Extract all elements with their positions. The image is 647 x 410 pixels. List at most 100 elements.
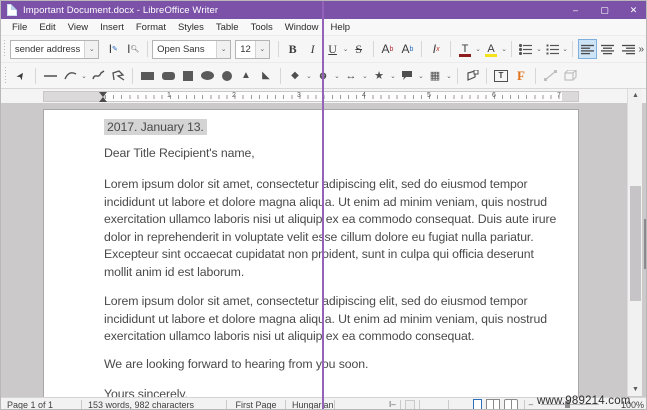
menu-format[interactable]: Format	[130, 22, 172, 33]
callout-icon	[402, 71, 412, 80]
freeform-line-button[interactable]	[89, 66, 107, 86]
flowchart-shapes-button[interactable]: ▦	[426, 66, 444, 86]
basic-shapes-button[interactable]: ◆	[286, 66, 304, 86]
superscript-letter: A	[381, 42, 390, 56]
symbol-shapes-dropdown-icon[interactable]: ⌄	[333, 66, 341, 86]
italic-button[interactable]: I	[304, 39, 322, 59]
highlight-dropdown-icon[interactable]: ⌄	[501, 39, 507, 59]
menu-view[interactable]: View	[62, 22, 94, 33]
edit-points-button[interactable]	[463, 66, 481, 86]
stars-dropdown-icon[interactable]: ⌄	[389, 66, 397, 86]
bold-button[interactable]: B	[284, 39, 302, 59]
language-status[interactable]: Hungarian	[286, 400, 334, 410]
align-center-button[interactable]	[599, 39, 617, 59]
block-arrows-button[interactable]: ↔	[342, 66, 360, 86]
chevron-down-icon[interactable]: ⌄	[84, 40, 99, 58]
subscript-letter: A	[401, 42, 410, 56]
menu-window[interactable]: Window	[279, 22, 325, 33]
separator	[486, 67, 487, 84]
separator	[535, 67, 536, 84]
block-arrows-dropdown-icon[interactable]: ⌄	[361, 66, 369, 86]
menu-table[interactable]: Table	[210, 22, 245, 33]
book-view-button[interactable]	[503, 399, 518, 409]
stars-button[interactable]: ★	[370, 66, 388, 86]
underline-button[interactable]: U	[324, 39, 342, 59]
align-left-button[interactable]	[577, 39, 597, 59]
rectangle-shape-button[interactable]	[141, 71, 154, 80]
insert-line-button[interactable]	[41, 66, 59, 86]
callout-shapes-button[interactable]	[398, 66, 416, 86]
indent-marker[interactable]	[99, 92, 108, 102]
scrollbar-thumb[interactable]	[630, 186, 641, 301]
zoom-out-button[interactable]: –	[529, 400, 533, 409]
menu-help[interactable]: Help	[325, 22, 357, 33]
strikethrough-button[interactable]: S	[350, 39, 368, 59]
menu-file[interactable]: File	[6, 22, 33, 33]
basic-shapes-dropdown-icon[interactable]: ⌄	[305, 66, 313, 86]
points-button-disabled	[541, 66, 559, 86]
ordered-list-dropdown-icon[interactable]: ⌄	[562, 39, 568, 59]
fontwork-button[interactable]: F	[512, 66, 530, 86]
separator	[334, 399, 335, 409]
curve-tool-button[interactable]	[61, 66, 79, 86]
ellipse-shape-button[interactable]	[201, 71, 214, 80]
callout-dropdown-icon[interactable]: ⌄	[417, 66, 425, 86]
underline-dropdown-icon[interactable]: ⌄	[343, 39, 349, 59]
font-color-button[interactable]: T	[456, 39, 474, 59]
multi-page-view-button[interactable]	[485, 399, 500, 409]
chevron-down-icon[interactable]: ⌄	[216, 40, 231, 58]
font-name-combobox[interactable]: Open Sans ⌄	[152, 39, 232, 59]
single-page-view-button[interactable]	[472, 399, 482, 409]
purple-divider-line	[322, 1, 324, 409]
paragraph-style-combobox[interactable]: sender address ⌄	[9, 39, 100, 59]
update-style-button[interactable]: I ✎	[104, 39, 122, 59]
ruler-number: 2	[232, 92, 236, 99]
ruler-number: 1	[167, 92, 171, 99]
flowchart-dropdown-icon[interactable]: ⌄	[445, 66, 453, 86]
subscript-button[interactable]: Ab	[398, 39, 416, 59]
curve-dropdown-icon[interactable]: ⌄	[80, 66, 88, 86]
new-style-button[interactable]: I 🔍︎	[124, 39, 142, 59]
toolbar-drag-handle[interactable]	[3, 66, 8, 85]
vertical-scrollbar[interactable]: ▲ ▼	[627, 89, 642, 396]
circle-shape-button[interactable]	[222, 70, 232, 81]
font-color-dropdown-icon[interactable]: ⌄	[475, 39, 481, 59]
toolbar-overflow-button[interactable]: »	[638, 44, 644, 55]
polygon-tool-button[interactable]	[109, 66, 127, 86]
square-shape-button[interactable]	[183, 70, 193, 81]
rounded-rectangle-shape-button[interactable]	[162, 71, 175, 80]
minimize-button[interactable]: –	[561, 1, 590, 19]
menu-insert[interactable]: Insert	[94, 22, 130, 33]
page-count-status[interactable]: Page 1 of 1	[1, 400, 81, 410]
insert-textbox-button[interactable]: T	[492, 66, 510, 86]
document-saved-icon[interactable]	[404, 399, 415, 409]
toolbar-drag-handle[interactable]	[3, 40, 7, 58]
freeform-line-icon	[91, 70, 104, 80]
chevron-down-icon[interactable]: ⌄	[254, 40, 269, 58]
insert-mode-status[interactable]: I–	[389, 400, 396, 409]
ruler-number: 3	[297, 92, 301, 99]
triangle-shape-button[interactable]: ▲	[237, 66, 255, 86]
align-right-button[interactable]	[619, 39, 637, 59]
unordered-list-button[interactable]	[517, 39, 535, 59]
menu-tools[interactable]: Tools	[245, 22, 279, 33]
unordered-list-dropdown-icon[interactable]: ⌄	[536, 39, 542, 59]
menu-styles[interactable]: Styles	[172, 22, 210, 33]
libreoffice-writer-window: Important Document.docx - LibreOffice Wr…	[0, 0, 647, 410]
clear-formatting-button[interactable]: Ix	[427, 39, 445, 59]
close-button[interactable]: ✕	[619, 1, 646, 19]
highlight-color-button[interactable]: A	[482, 39, 500, 59]
select-tool-button[interactable]: ➤	[8, 62, 35, 88]
menu-edit[interactable]: Edit	[33, 22, 61, 33]
paragraph-line: incididunt ut labore et dolore magna ali…	[104, 194, 547, 209]
word-count-status[interactable]: 153 words, 982 characters	[82, 400, 226, 410]
right-triangle-shape-button[interactable]: ◣	[257, 66, 275, 86]
superscript-button[interactable]: Ab	[378, 39, 396, 59]
document-canvas[interactable]: 2017. January 13. Dear Title Recipient's…	[43, 109, 579, 401]
ordered-list-button[interactable]	[543, 39, 561, 59]
page-style-status[interactable]: First Page	[227, 400, 285, 410]
font-size-combobox[interactable]: 12 ⌄	[235, 39, 270, 59]
scroll-up-icon[interactable]: ▲	[628, 89, 643, 102]
menubar: File Edit View Insert Format Styles Tabl…	[1, 19, 646, 36]
maximize-button[interactable]: ▢	[590, 1, 619, 19]
